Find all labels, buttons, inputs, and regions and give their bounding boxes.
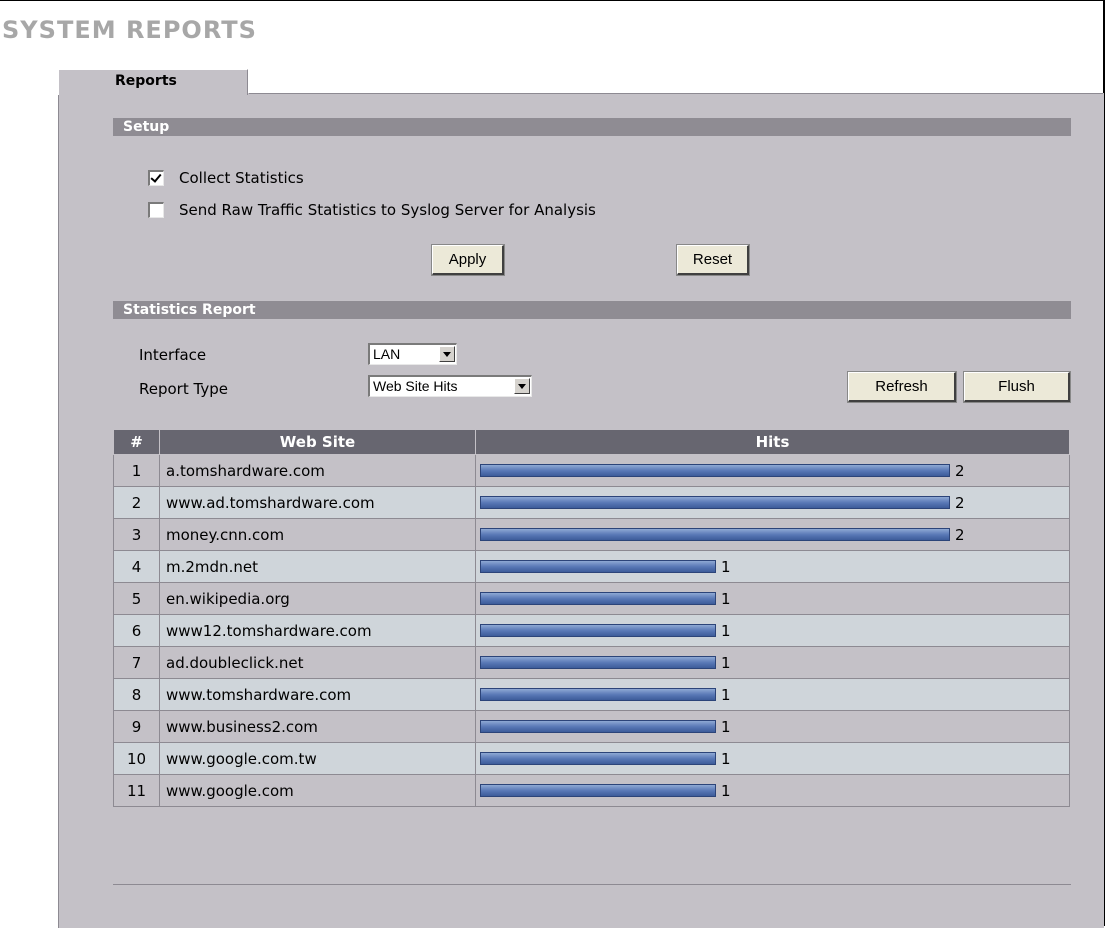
row-hits: 1 xyxy=(475,614,1070,647)
table-row: 1 a.tomshardware.com 2 xyxy=(113,454,1070,487)
statistics-report-header: Statistics Report xyxy=(113,301,1071,319)
hits-bar xyxy=(480,784,716,797)
table-row: 9 www.business2.com 1 xyxy=(113,710,1070,743)
page-title: SYSTEM REPORTS xyxy=(2,16,257,44)
hits-value: 1 xyxy=(721,589,731,608)
hits-bar xyxy=(480,528,950,541)
table-row: 10 www.google.com.tw 1 xyxy=(113,742,1070,775)
send-raw-row: Send Raw Traffic Statistics to Syslog Se… xyxy=(148,200,596,220)
hits-value: 1 xyxy=(721,685,731,704)
hits-value: 1 xyxy=(721,621,731,640)
row-hits: 1 xyxy=(475,774,1070,807)
hits-value: 1 xyxy=(721,717,731,736)
hits-bar xyxy=(480,592,716,605)
report-type-label: Report Type xyxy=(139,380,228,398)
row-web-site: www12.tomshardware.com xyxy=(159,614,476,647)
row-number: 2 xyxy=(113,486,160,519)
hits-bar xyxy=(480,496,950,509)
column-header-number: # xyxy=(113,429,160,455)
row-web-site: www.google.com xyxy=(159,774,476,807)
row-number: 5 xyxy=(113,582,160,615)
row-hits: 1 xyxy=(475,742,1070,775)
chevron-down-icon[interactable] xyxy=(514,378,530,394)
row-hits: 1 xyxy=(475,582,1070,615)
row-number: 4 xyxy=(113,550,160,583)
row-web-site: www.business2.com xyxy=(159,710,476,743)
row-web-site: en.wikipedia.org xyxy=(159,582,476,615)
row-number: 7 xyxy=(113,646,160,679)
row-number: 10 xyxy=(113,742,160,775)
hits-value: 1 xyxy=(721,781,731,800)
hits-bar xyxy=(480,464,950,477)
row-hits: 1 xyxy=(475,646,1070,679)
tab-reports-label: Reports xyxy=(115,73,177,89)
refresh-button[interactable]: Refresh xyxy=(847,371,957,403)
table-row: 2 www.ad.tomshardware.com 2 xyxy=(113,486,1070,519)
send-raw-checkbox[interactable] xyxy=(148,202,164,218)
row-hits: 1 xyxy=(475,710,1070,743)
collect-statistics-label: Collect Statistics xyxy=(179,169,304,187)
column-header-hits: Hits xyxy=(475,429,1070,455)
hits-bar xyxy=(480,656,716,669)
tab-divider xyxy=(249,93,1103,94)
row-web-site: a.tomshardware.com xyxy=(159,454,476,487)
row-hits: 1 xyxy=(475,550,1070,583)
table-row: 7 ad.doubleclick.net 1 xyxy=(113,646,1070,679)
row-hits: 2 xyxy=(475,454,1070,487)
row-number: 1 xyxy=(113,454,160,487)
send-raw-label: Send Raw Traffic Statistics to Syslog Se… xyxy=(179,201,596,219)
row-number: 6 xyxy=(113,614,160,647)
row-number: 3 xyxy=(113,518,160,551)
tab-reports[interactable]: Reports xyxy=(58,69,248,95)
report-type-value: Web Site Hits xyxy=(373,378,458,394)
apply-button[interactable]: Apply xyxy=(431,244,505,276)
hits-value: 2 xyxy=(955,461,965,480)
setup-header: Setup xyxy=(113,118,1071,136)
row-web-site: ad.doubleclick.net xyxy=(159,646,476,679)
hits-bar xyxy=(480,624,716,637)
hits-value: 1 xyxy=(721,653,731,672)
row-web-site: www.google.com.tw xyxy=(159,742,476,775)
table-row: 6 www12.tomshardware.com 1 xyxy=(113,614,1070,647)
table-row: 5 en.wikipedia.org 1 xyxy=(113,582,1070,615)
row-web-site: www.tomshardware.com xyxy=(159,678,476,711)
collect-statistics-checkbox[interactable] xyxy=(148,170,164,186)
hits-bar xyxy=(480,720,716,733)
hits-bar xyxy=(480,560,716,573)
hits-value: 1 xyxy=(721,749,731,768)
row-hits: 2 xyxy=(475,486,1070,519)
interface-value: LAN xyxy=(373,346,401,362)
chevron-down-icon[interactable] xyxy=(439,346,455,362)
hits-value: 1 xyxy=(721,557,731,576)
interface-label: Interface xyxy=(139,346,207,364)
row-number: 9 xyxy=(113,710,160,743)
row-hits: 2 xyxy=(475,518,1070,551)
table-row: 8 www.tomshardware.com 1 xyxy=(113,678,1070,711)
hits-value: 2 xyxy=(955,525,965,544)
hits-value: 2 xyxy=(955,493,965,512)
row-hits: 1 xyxy=(475,678,1070,711)
interface-select[interactable]: LAN xyxy=(368,343,457,365)
row-number: 11 xyxy=(113,774,160,807)
table-row: 4 m.2mdn.net 1 xyxy=(113,550,1070,583)
report-type-select[interactable]: Web Site Hits xyxy=(368,375,532,397)
row-web-site: m.2mdn.net xyxy=(159,550,476,583)
row-web-site: www.ad.tomshardware.com xyxy=(159,486,476,519)
statistics-table: # Web Site Hits 1 a.tomshardware.com 2 2 www… xyxy=(113,429,1070,807)
flush-button[interactable]: Flush xyxy=(963,371,1071,403)
table-header-row: # Web Site Hits xyxy=(113,429,1070,455)
column-header-web-site: Web Site xyxy=(159,429,476,455)
table-row: 3 money.cnn.com 2 xyxy=(113,518,1070,551)
reset-button[interactable]: Reset xyxy=(676,244,750,276)
row-web-site: money.cnn.com xyxy=(159,518,476,551)
bottom-divider xyxy=(113,884,1071,885)
row-number: 8 xyxy=(113,678,160,711)
hits-bar xyxy=(480,688,716,701)
table-row: 11 www.google.com 1 xyxy=(113,774,1070,807)
table-body: 1 a.tomshardware.com 2 2 www.ad.tomshardware… xyxy=(113,454,1070,807)
collect-statistics-row: Collect Statistics xyxy=(148,168,304,188)
hits-bar xyxy=(480,752,716,765)
